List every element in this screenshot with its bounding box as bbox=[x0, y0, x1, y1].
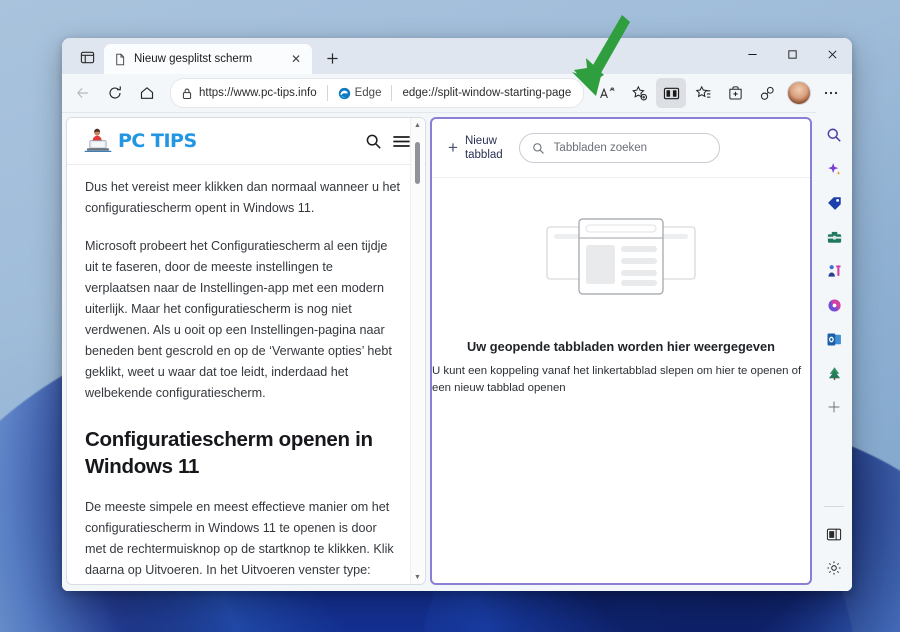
split-window-starting-page: + Nieuw tabblad Tabbladen zoeken Uw geop… bbox=[430, 117, 812, 585]
collections-icon[interactable] bbox=[688, 78, 718, 108]
close-icon[interactable]: ✕ bbox=[288, 51, 304, 67]
article-heading: Configuratiescherm openen in Windows 11 bbox=[85, 428, 373, 478]
copilot-icon[interactable] bbox=[752, 78, 782, 108]
minimize-button[interactable] bbox=[732, 38, 772, 70]
divider bbox=[326, 85, 328, 101]
tab-search-placeholder: Tabbladen zoeken bbox=[553, 142, 648, 154]
divider bbox=[391, 85, 393, 101]
empty-state: Uw geopende tabbladen worden hier weerge… bbox=[432, 178, 810, 583]
article-paragraph: Dus het vereist meer klikken dan normaal… bbox=[85, 180, 401, 215]
edge-browser-chip[interactable]: Edge bbox=[338, 87, 382, 100]
maximize-button[interactable] bbox=[772, 38, 812, 70]
split-page-toolbar: + Nieuw tabblad Tabbladen zoeken bbox=[432, 119, 810, 178]
sidebar-item-drop[interactable] bbox=[820, 360, 848, 386]
browser-essentials-icon[interactable] bbox=[720, 78, 750, 108]
sidebar-item-outlook[interactable] bbox=[820, 326, 848, 352]
refresh-icon[interactable] bbox=[100, 78, 130, 108]
more-options-icon[interactable] bbox=[816, 78, 846, 108]
split-view-content: PC TIPS Dus het vereist meer klikken dan… bbox=[62, 113, 852, 591]
browser-tab[interactable]: Nieuw gesplitst scherm ✕ bbox=[104, 44, 312, 74]
browser-toolbar: https://www.pc-tips.info Edge edge://spl… bbox=[62, 74, 852, 113]
new-tab-label-line2: tabblad bbox=[464, 149, 503, 161]
scrollbar-thumb[interactable] bbox=[415, 142, 420, 184]
sidebar-item-tools[interactable] bbox=[820, 224, 848, 250]
empty-state-heading: Uw geopende tabbladen worden hier weerge… bbox=[467, 339, 775, 354]
tab-search-input[interactable]: Tabbladen zoeken bbox=[518, 133, 720, 163]
home-icon[interactable] bbox=[132, 78, 162, 108]
sidebar-item-search[interactable] bbox=[820, 122, 848, 148]
sidebar-item-shopping[interactable] bbox=[820, 190, 848, 216]
page-icon bbox=[114, 53, 126, 66]
read-aloud-icon[interactable] bbox=[592, 78, 622, 108]
new-tab-link[interactable]: + Nieuw tabblad bbox=[448, 134, 503, 162]
tab-strip: Nieuw gesplitst scherm ✕ bbox=[62, 38, 852, 74]
profile-avatar[interactable] bbox=[787, 81, 811, 105]
scrollbar-track[interactable] bbox=[411, 132, 424, 570]
article-paragraph: Microsoft probeert het Configuratiescher… bbox=[85, 239, 392, 400]
window-controls bbox=[732, 38, 852, 70]
hamburger-menu-icon[interactable] bbox=[392, 134, 411, 149]
split-screen-icon[interactable] bbox=[656, 78, 686, 108]
browser-window-illustration bbox=[545, 216, 697, 303]
scroll-up-arrow[interactable]: ▲ bbox=[411, 118, 424, 132]
edge-sidebar bbox=[816, 112, 852, 591]
plus-icon: + bbox=[448, 138, 458, 157]
new-tab-label: Nieuw tabblad bbox=[465, 134, 503, 162]
tab-title: Nieuw gesplitst scherm bbox=[134, 53, 253, 65]
sidebar-item-customize[interactable] bbox=[820, 394, 848, 420]
left-web-pane: PC TIPS Dus het vereist meer klikken dan… bbox=[66, 117, 426, 585]
edge-chip-label: Edge bbox=[354, 87, 382, 99]
site-brand-text: PC TIPS bbox=[118, 130, 197, 152]
new-tab-button[interactable] bbox=[318, 44, 346, 72]
search-icon[interactable] bbox=[365, 133, 382, 150]
address-url: https://www.pc-tips.info bbox=[199, 87, 317, 99]
page-scrollbar[interactable]: ▲ ▼ bbox=[410, 118, 424, 584]
add-favorite-icon[interactable] bbox=[624, 78, 654, 108]
pctips-logo-icon bbox=[83, 128, 113, 154]
site-brand[interactable]: PC TIPS bbox=[83, 128, 355, 154]
address-path: edge://split-window-starting-page bbox=[402, 87, 572, 99]
gear-icon[interactable] bbox=[820, 555, 848, 581]
edge-browser-window: Nieuw gesplitst scherm ✕ https://www.pc-… bbox=[62, 38, 852, 591]
empty-state-subtext: U kunt een koppeling vanaf het linkertab… bbox=[432, 365, 802, 394]
sidebar-item-copilot[interactable] bbox=[820, 156, 848, 182]
pctips-site-header: PC TIPS bbox=[67, 118, 425, 165]
close-button[interactable] bbox=[812, 38, 852, 70]
search-icon bbox=[532, 142, 545, 155]
address-bar[interactable]: https://www.pc-tips.info Edge edge://spl… bbox=[170, 78, 584, 108]
sidebar-item-designer[interactable] bbox=[820, 292, 848, 318]
sidebar-item-games[interactable] bbox=[820, 258, 848, 284]
article-paragraph: De meeste simpele en meest effectieve ma… bbox=[85, 500, 394, 577]
desktop-background: Nieuw gesplitst scherm ✕ https://www.pc-… bbox=[0, 0, 900, 632]
scroll-down-arrow[interactable]: ▼ bbox=[411, 570, 424, 584]
back-arrow-icon[interactable] bbox=[68, 78, 98, 108]
edge-logo-icon bbox=[338, 87, 351, 100]
sidebar-divider bbox=[824, 506, 844, 507]
sidebar-toggle-icon[interactable] bbox=[820, 521, 848, 547]
article-content: Dus het vereist meer klikken dan normaal… bbox=[67, 165, 425, 584]
tab-search-icon[interactable] bbox=[72, 43, 102, 71]
lock-icon bbox=[181, 87, 193, 100]
new-tab-label-line1: Nieuw bbox=[464, 135, 497, 147]
